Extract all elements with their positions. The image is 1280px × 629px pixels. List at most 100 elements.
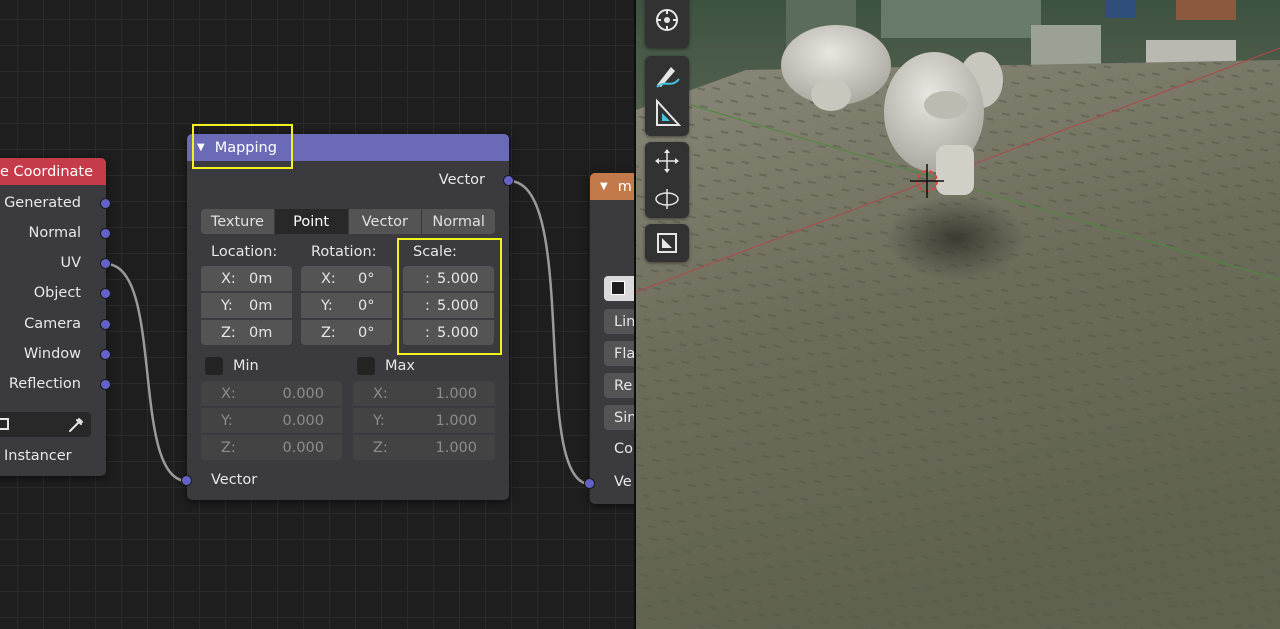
eyedropper-icon[interactable] bbox=[67, 416, 85, 434]
type-texture[interactable]: Texture bbox=[201, 209, 275, 234]
scale-z-field[interactable]: : 5.000 bbox=[403, 320, 494, 345]
axis-label: : bbox=[425, 270, 430, 287]
node-editor[interactable]: e Coordinate Generated Normal UV Object … bbox=[0, 0, 636, 629]
location-z-field[interactable]: Z: 0m bbox=[201, 320, 292, 345]
texture-coordinate-node[interactable]: e Coordinate Generated Normal UV Object … bbox=[0, 158, 111, 476]
socket-reflection[interactable] bbox=[100, 379, 111, 390]
min-x-value: 0.000 bbox=[282, 385, 324, 402]
3d-viewport[interactable] bbox=[636, 0, 1280, 629]
max-x-field[interactable]: X: 1.000 bbox=[353, 381, 495, 406]
projection-dropdown[interactable]: Fla bbox=[604, 341, 636, 366]
output-label-object: Object bbox=[33, 285, 81, 301]
collapse-arrow-icon[interactable]: ▼ bbox=[600, 181, 608, 192]
tool-orbit[interactable] bbox=[645, 180, 689, 218]
axis-label: X: bbox=[221, 270, 236, 287]
max-y-value: 1.000 bbox=[435, 412, 477, 429]
cage-tools-group bbox=[645, 224, 689, 262]
annotate-icon bbox=[656, 67, 680, 88]
type-normal[interactable]: Normal bbox=[422, 209, 495, 234]
node-header[interactable]: e Coordinate bbox=[0, 158, 106, 185]
viewport-render bbox=[636, 0, 1280, 629]
max-z-field[interactable]: Z: 1.000 bbox=[353, 435, 495, 460]
max-label: Max bbox=[385, 358, 415, 374]
min-checkbox[interactable] bbox=[205, 357, 223, 375]
scale-label: Scale: bbox=[413, 244, 457, 260]
rotation-x-field[interactable]: X: 0° bbox=[301, 266, 392, 291]
axis-label: Z: bbox=[321, 324, 336, 341]
socket-camera[interactable] bbox=[100, 319, 111, 330]
collapse-arrow-icon[interactable]: ▼ bbox=[197, 142, 205, 153]
socket-window[interactable] bbox=[100, 349, 111, 360]
location-label: Location: bbox=[211, 244, 278, 260]
scale-x-field[interactable]: : 5.000 bbox=[403, 266, 494, 291]
move-view-icon bbox=[656, 9, 678, 31]
axis-label: X: bbox=[373, 385, 388, 402]
location-z-value: 0m bbox=[249, 324, 273, 341]
image-picker[interactable] bbox=[604, 276, 636, 301]
type-point[interactable]: Point bbox=[274, 209, 349, 234]
output-label-normal: Normal bbox=[28, 225, 81, 241]
transform-tools-group bbox=[645, 142, 689, 218]
location-y-field[interactable]: Y: 0m bbox=[201, 293, 292, 318]
node-header[interactable]: ▼ Mapping bbox=[187, 134, 509, 161]
mapping-node[interactable]: ▼ Mapping Vector Texture Point Vector No… bbox=[181, 134, 514, 500]
tool-move-view[interactable] bbox=[645, 0, 689, 48]
object-box-icon bbox=[0, 418, 9, 430]
output-label-generated: Generated bbox=[4, 195, 81, 211]
axis-label: : bbox=[425, 297, 430, 314]
interpolation-value: Lin bbox=[614, 313, 636, 330]
node-title: m bbox=[617, 178, 632, 195]
type-vector[interactable]: Vector bbox=[349, 209, 423, 234]
axis-label: Y: bbox=[321, 297, 333, 314]
object-picker[interactable] bbox=[0, 412, 91, 437]
tool-transform[interactable] bbox=[645, 142, 689, 180]
max-y-field[interactable]: Y: 1.000 bbox=[353, 408, 495, 433]
uv-to-vector-link bbox=[105, 262, 188, 483]
node-header[interactable]: ▼ m bbox=[590, 173, 636, 200]
transform-icon bbox=[655, 149, 679, 173]
min-y-value: 0.000 bbox=[282, 412, 324, 429]
min-z-field[interactable]: Z: 0.000 bbox=[201, 435, 342, 460]
axis-label: : bbox=[425, 324, 430, 341]
socket-input-vector[interactable] bbox=[584, 478, 595, 489]
axis-label: X: bbox=[221, 385, 236, 402]
socket-input-vector[interactable] bbox=[181, 475, 192, 486]
tool-scale-cage[interactable] bbox=[645, 224, 689, 262]
output-label-uv: UV bbox=[60, 255, 81, 271]
instancer-label: Instancer bbox=[4, 448, 72, 464]
socket-generated[interactable] bbox=[100, 198, 111, 209]
location-x-field[interactable]: X: 0m bbox=[201, 266, 292, 291]
extension-dropdown[interactable]: Re bbox=[604, 373, 636, 398]
tool-annotate[interactable] bbox=[645, 56, 689, 94]
annotate-tools-group bbox=[645, 56, 689, 136]
image-texture-node[interactable]: ▼ m Lin Fla Re Sin Co Ve bbox=[584, 173, 636, 504]
socket-normal[interactable] bbox=[100, 228, 111, 239]
axis-label: Z: bbox=[221, 324, 236, 341]
rotation-z-value: 0° bbox=[358, 324, 375, 341]
output-label-vector: Vector bbox=[438, 172, 485, 188]
scale-y-field[interactable]: : 5.000 bbox=[403, 293, 494, 318]
color-space-dropdown[interactable]: Sin bbox=[604, 405, 636, 430]
scale-y-value: 5.000 bbox=[437, 297, 479, 314]
min-label: Min bbox=[233, 358, 259, 374]
max-checkbox[interactable] bbox=[357, 357, 375, 375]
scale-z-value: 5.000 bbox=[437, 324, 479, 341]
rotation-y-field[interactable]: Y: 0° bbox=[301, 293, 392, 318]
node-title: Mapping bbox=[214, 139, 277, 156]
socket-object[interactable] bbox=[100, 288, 111, 299]
measure-icon bbox=[656, 99, 681, 126]
socket-output-vector[interactable] bbox=[503, 175, 514, 186]
axis-label: Y: bbox=[221, 297, 233, 314]
rotation-x-value: 0° bbox=[358, 270, 375, 287]
rotation-z-field[interactable]: Z: 0° bbox=[301, 320, 392, 345]
socket-uv[interactable] bbox=[100, 258, 111, 269]
location-x-value: 0m bbox=[249, 270, 273, 287]
interpolation-dropdown[interactable]: Lin bbox=[604, 309, 636, 334]
tool-measure[interactable] bbox=[645, 94, 689, 132]
min-x-field[interactable]: X: 0.000 bbox=[201, 381, 342, 406]
min-y-field[interactable]: Y: 0.000 bbox=[201, 408, 342, 433]
vector-type-selector[interactable]: Texture Point Vector Normal bbox=[201, 209, 495, 234]
projection-value: Fla bbox=[614, 345, 636, 362]
orbit-icon bbox=[655, 189, 679, 209]
output-label-window: Window bbox=[23, 346, 81, 362]
